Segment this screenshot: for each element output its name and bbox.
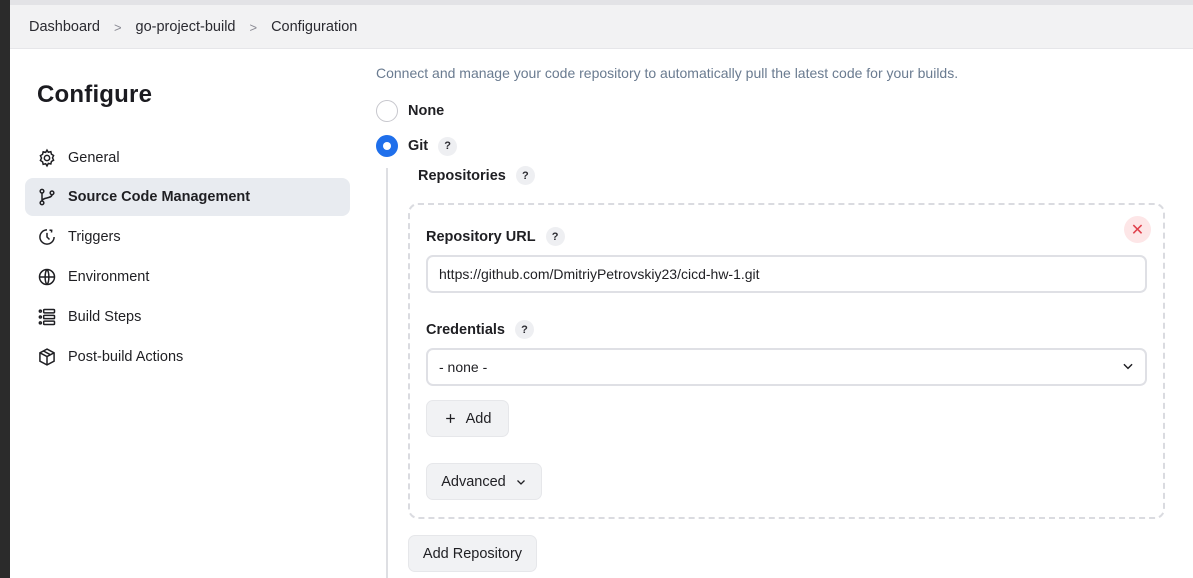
repositories-heading: Repositories ? [418, 166, 535, 185]
sidebar-item-label: General [68, 150, 120, 166]
credentials-select[interactable]: - none - [426, 348, 1147, 386]
breadcrumb-separator: > [113, 19, 122, 35]
breadcrumb: Dashboard > go-project-build > Configura… [29, 19, 357, 35]
git-section-rail [386, 168, 388, 578]
sidebar-item-source-code-management[interactable]: Source Code Management [25, 178, 350, 216]
chevron-down-icon [1121, 359, 1135, 376]
add-repository-label: Add Repository [422, 545, 523, 562]
sidebar-item-post-build-actions[interactable]: Post-build Actions [25, 338, 350, 376]
credentials-label: Credentials [426, 321, 505, 338]
repository-url-value: https://github.com/DmitriyPetrovskiy23/c… [439, 266, 760, 282]
scm-option-git[interactable]: Git ? [376, 135, 458, 157]
radio-label-git: Git [408, 138, 429, 154]
repository-url-heading: Repository URL ? [426, 227, 565, 246]
breadcrumb-dashboard[interactable]: Dashboard [29, 19, 100, 35]
sidebar: Configure General Source Code Management… [10, 49, 360, 578]
sidebar-item-label: Source Code Management [68, 189, 251, 205]
help-icon[interactable]: ? [514, 320, 534, 339]
plus-icon [444, 412, 457, 425]
sidebar-item-label: Post-build Actions [68, 349, 184, 365]
top-bar: Dashboard > go-project-build > Configura… [10, 0, 1193, 49]
package-icon [36, 346, 58, 368]
breadcrumb-separator: > [249, 19, 258, 35]
radio-git[interactable] [376, 135, 398, 157]
repository-url-input[interactable]: https://github.com/DmitriyPetrovskiy23/c… [426, 255, 1147, 293]
breadcrumb-configuration[interactable]: Configuration [271, 19, 357, 35]
jenkins-page: Dashboard > go-project-build > Configura… [10, 0, 1193, 578]
sidebar-item-label: Build Steps [68, 309, 142, 325]
add-credentials-button[interactable]: Add [426, 400, 509, 437]
scm-option-none[interactable]: None [376, 100, 444, 122]
advanced-label: Advanced [441, 473, 506, 490]
advanced-button[interactable]: Advanced [426, 463, 542, 500]
sidebar-item-environment[interactable]: Environment [25, 258, 350, 296]
repository-card: ✕ Repository URL ? https://github.com/Dm… [408, 203, 1165, 519]
help-icon[interactable]: ? [438, 136, 458, 156]
sidebar-item-label: Environment [68, 269, 150, 285]
branch-icon [36, 186, 58, 208]
sidebar-title: Configure [37, 81, 153, 108]
clock-icon [36, 226, 58, 248]
help-icon[interactable]: ? [515, 166, 535, 185]
radio-label-none: None [408, 103, 445, 119]
globe-icon [36, 266, 58, 288]
sidebar-item-triggers[interactable]: Triggers [25, 218, 350, 256]
radio-none[interactable] [376, 100, 398, 122]
gear-icon [36, 147, 58, 169]
remove-repository-button[interactable]: ✕ [1124, 216, 1151, 243]
credentials-value: - none - [439, 359, 488, 375]
add-label: Add [465, 410, 492, 427]
radio-dot [383, 142, 391, 150]
repository-url-label: Repository URL [426, 228, 536, 245]
sidebar-item-label: Triggers [68, 229, 121, 245]
scm-description: Connect and manage your code repository … [376, 65, 959, 81]
scm-section: Connect and manage your code repository … [360, 49, 1193, 578]
credentials-heading: Credentials ? [426, 320, 534, 339]
breadcrumb-project[interactable]: go-project-build [136, 19, 236, 35]
chevron-down-icon [515, 476, 527, 488]
sidebar-item-build-steps[interactable]: Build Steps [25, 298, 350, 336]
sidebar-item-general[interactable]: General [25, 139, 350, 177]
list-icon [36, 306, 58, 328]
add-repository-button[interactable]: Add Repository [408, 535, 537, 572]
repositories-label: Repositories [418, 167, 506, 184]
help-icon[interactable]: ? [545, 227, 565, 246]
header-edge [10, 0, 1193, 5]
